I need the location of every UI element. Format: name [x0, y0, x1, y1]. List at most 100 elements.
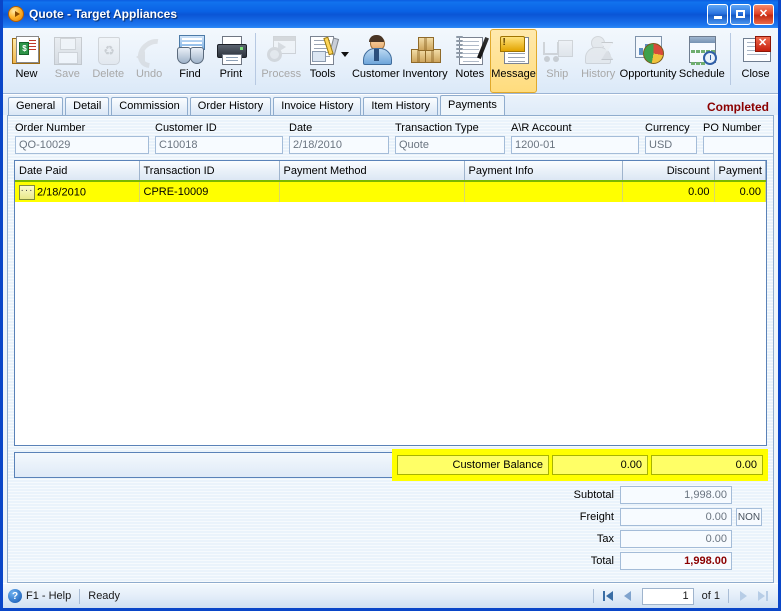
- toolbar-button-close[interactable]: ✕ Close: [735, 29, 776, 93]
- next-record-icon: [739, 591, 747, 601]
- record-navigator: 1 of 1: [590, 587, 775, 605]
- toolbar-button-schedule[interactable]: Schedule: [678, 29, 727, 93]
- next-record-button[interactable]: [734, 588, 752, 605]
- help-icon[interactable]: ?: [8, 589, 22, 603]
- tools-dropdown-arrow-icon[interactable]: [340, 51, 349, 57]
- freight-value[interactable]: 0.00: [620, 508, 732, 526]
- maximize-icon: [736, 10, 745, 18]
- column-header-date-paid[interactable]: Date Paid: [15, 161, 140, 182]
- label-ar-account: A\R Account: [511, 122, 572, 134]
- column-header-payment-method[interactable]: Payment Method: [279, 161, 465, 182]
- toolbar-label-find: Find: [179, 68, 201, 80]
- printer-icon: [215, 34, 247, 65]
- close-button[interactable]: ✕: [753, 3, 774, 25]
- column-header-payment[interactable]: Payment: [714, 161, 766, 182]
- minimize-icon: [713, 15, 722, 19]
- freight-tax-code[interactable]: NON: [736, 508, 762, 526]
- inventory-boxes-icon: [409, 34, 441, 65]
- main-toolbar: $ New Save ♻ Delete Undo Find Print Proc…: [3, 28, 778, 94]
- toolbar-button-ship[interactable]: Ship: [537, 29, 578, 93]
- field-order-number: Order Number: [15, 122, 149, 154]
- label-order-number: Order Number: [15, 122, 86, 134]
- tab-invoice-history[interactable]: Invoice History: [273, 97, 362, 115]
- field-customer-id: Customer ID: [155, 122, 283, 154]
- po-number-input[interactable]: [703, 136, 773, 154]
- customer-person-icon: [360, 34, 392, 65]
- column-header-transaction-id[interactable]: Transaction ID: [139, 161, 280, 182]
- field-currency: Currency: [645, 122, 697, 154]
- toolbar-label-schedule: Schedule: [678, 68, 725, 80]
- tab-order-history[interactable]: Order History: [189, 97, 272, 115]
- toolbar-button-tools[interactable]: Tools: [302, 29, 343, 93]
- cell-payment-info[interactable]: [464, 181, 623, 202]
- toolbar-button-delete[interactable]: ♻ Delete: [88, 29, 129, 93]
- toolbar-button-undo[interactable]: Undo: [129, 29, 175, 93]
- first-record-icon: [605, 591, 613, 601]
- toolbar-label-opportunity: Opportunity: [619, 68, 677, 80]
- status-state: Ready: [88, 590, 121, 602]
- order-number-input[interactable]: [15, 136, 149, 154]
- customer-id-input[interactable]: [155, 136, 283, 154]
- new-document-icon: $: [10, 34, 42, 65]
- label-customer-id: Customer ID: [155, 122, 217, 134]
- column-header-payment-info[interactable]: Payment Info: [464, 161, 623, 182]
- cell-transaction-id[interactable]: CPRE-10009: [139, 181, 280, 202]
- tab-item-history[interactable]: Item History: [363, 97, 439, 115]
- cell-payment-method[interactable]: [279, 181, 465, 202]
- toolbar-label-new: New: [15, 68, 38, 80]
- date-input[interactable]: [289, 136, 389, 154]
- notepad-pen-icon: [454, 34, 489, 65]
- toolbar-label-save: Save: [54, 68, 80, 80]
- toolbar-separator-2: [730, 33, 732, 85]
- toolbar-button-message[interactable]: ! Message: [490, 29, 537, 93]
- totals-row-freight: Freight 0.00 NON: [550, 508, 762, 526]
- minimize-button[interactable]: [707, 3, 728, 25]
- maximize-button[interactable]: [730, 3, 751, 25]
- row-ellipsis-button[interactable]: ···: [19, 184, 35, 200]
- application-window: Quote - Target Appliances ✕ $ New Save ♻: [0, 0, 781, 611]
- previous-record-button[interactable]: [619, 588, 637, 605]
- help-label[interactable]: F1 - Help: [26, 590, 71, 602]
- toolbar-button-print[interactable]: Print: [210, 29, 251, 93]
- client-area: General Detail Commission Order History …: [3, 94, 778, 583]
- toolbar-button-save[interactable]: Save: [47, 29, 88, 93]
- toolbar-button-history[interactable]: History: [578, 29, 619, 93]
- toolbar-label-notes: Notes: [455, 68, 485, 80]
- transaction-type-input[interactable]: [395, 136, 505, 154]
- column-header-discount[interactable]: Discount: [622, 161, 715, 182]
- field-po-number: PO Number: [703, 122, 773, 154]
- toolbar-button-find[interactable]: Find: [170, 29, 211, 93]
- totals-row-subtotal: Subtotal 1,998.00: [550, 486, 762, 504]
- toolbar-button-process[interactable]: Process: [260, 29, 302, 93]
- first-record-button[interactable]: [599, 588, 617, 605]
- tab-commission[interactable]: Commission: [111, 97, 188, 115]
- history-hourglass-icon: [582, 34, 614, 65]
- ar-account-input[interactable]: [511, 136, 639, 154]
- currency-input[interactable]: [645, 136, 697, 154]
- cell-payment[interactable]: 0.00: [714, 181, 766, 202]
- totals-row-tax: Tax 0.00: [550, 530, 762, 548]
- payments-grid[interactable]: Date Paid Transaction ID Payment Method …: [14, 160, 767, 446]
- toolbar-button-opportunity[interactable]: Opportunity: [619, 29, 678, 93]
- tab-detail[interactable]: Detail: [65, 97, 110, 115]
- customer-balance-group: Customer Balance 0.00 0.00: [392, 449, 768, 481]
- grid-empty-area[interactable]: [15, 202, 766, 445]
- toolbar-button-inventory[interactable]: Inventory: [401, 29, 450, 93]
- toolbar-button-customer[interactable]: Customer: [351, 29, 401, 93]
- totals-panel: Subtotal 1,998.00 Freight 0.00 NON Tax 0…: [550, 486, 762, 574]
- cell-discount[interactable]: 0.00: [622, 181, 715, 202]
- tab-payments[interactable]: Payments: [440, 95, 505, 115]
- toolbar-button-new[interactable]: $ New: [6, 29, 47, 93]
- toolbar-label-customer: Customer: [351, 68, 400, 80]
- cell-date-paid[interactable]: ··· 2/18/2010: [15, 181, 140, 202]
- record-number-input[interactable]: 1: [641, 587, 694, 605]
- tab-general[interactable]: General: [8, 97, 64, 115]
- last-record-button[interactable]: [754, 588, 772, 605]
- toolbar-label-ship: Ship: [546, 68, 569, 80]
- total-label: Total: [590, 555, 614, 567]
- toolbar-button-notes[interactable]: Notes: [449, 29, 490, 93]
- total-value: 1,998.00: [620, 552, 732, 570]
- table-row[interactable]: ··· 2/18/2010 CPRE-10009 0.00 0.00: [15, 181, 766, 202]
- last-record-icon: [758, 591, 765, 601]
- label-po-number: PO Number: [703, 122, 762, 134]
